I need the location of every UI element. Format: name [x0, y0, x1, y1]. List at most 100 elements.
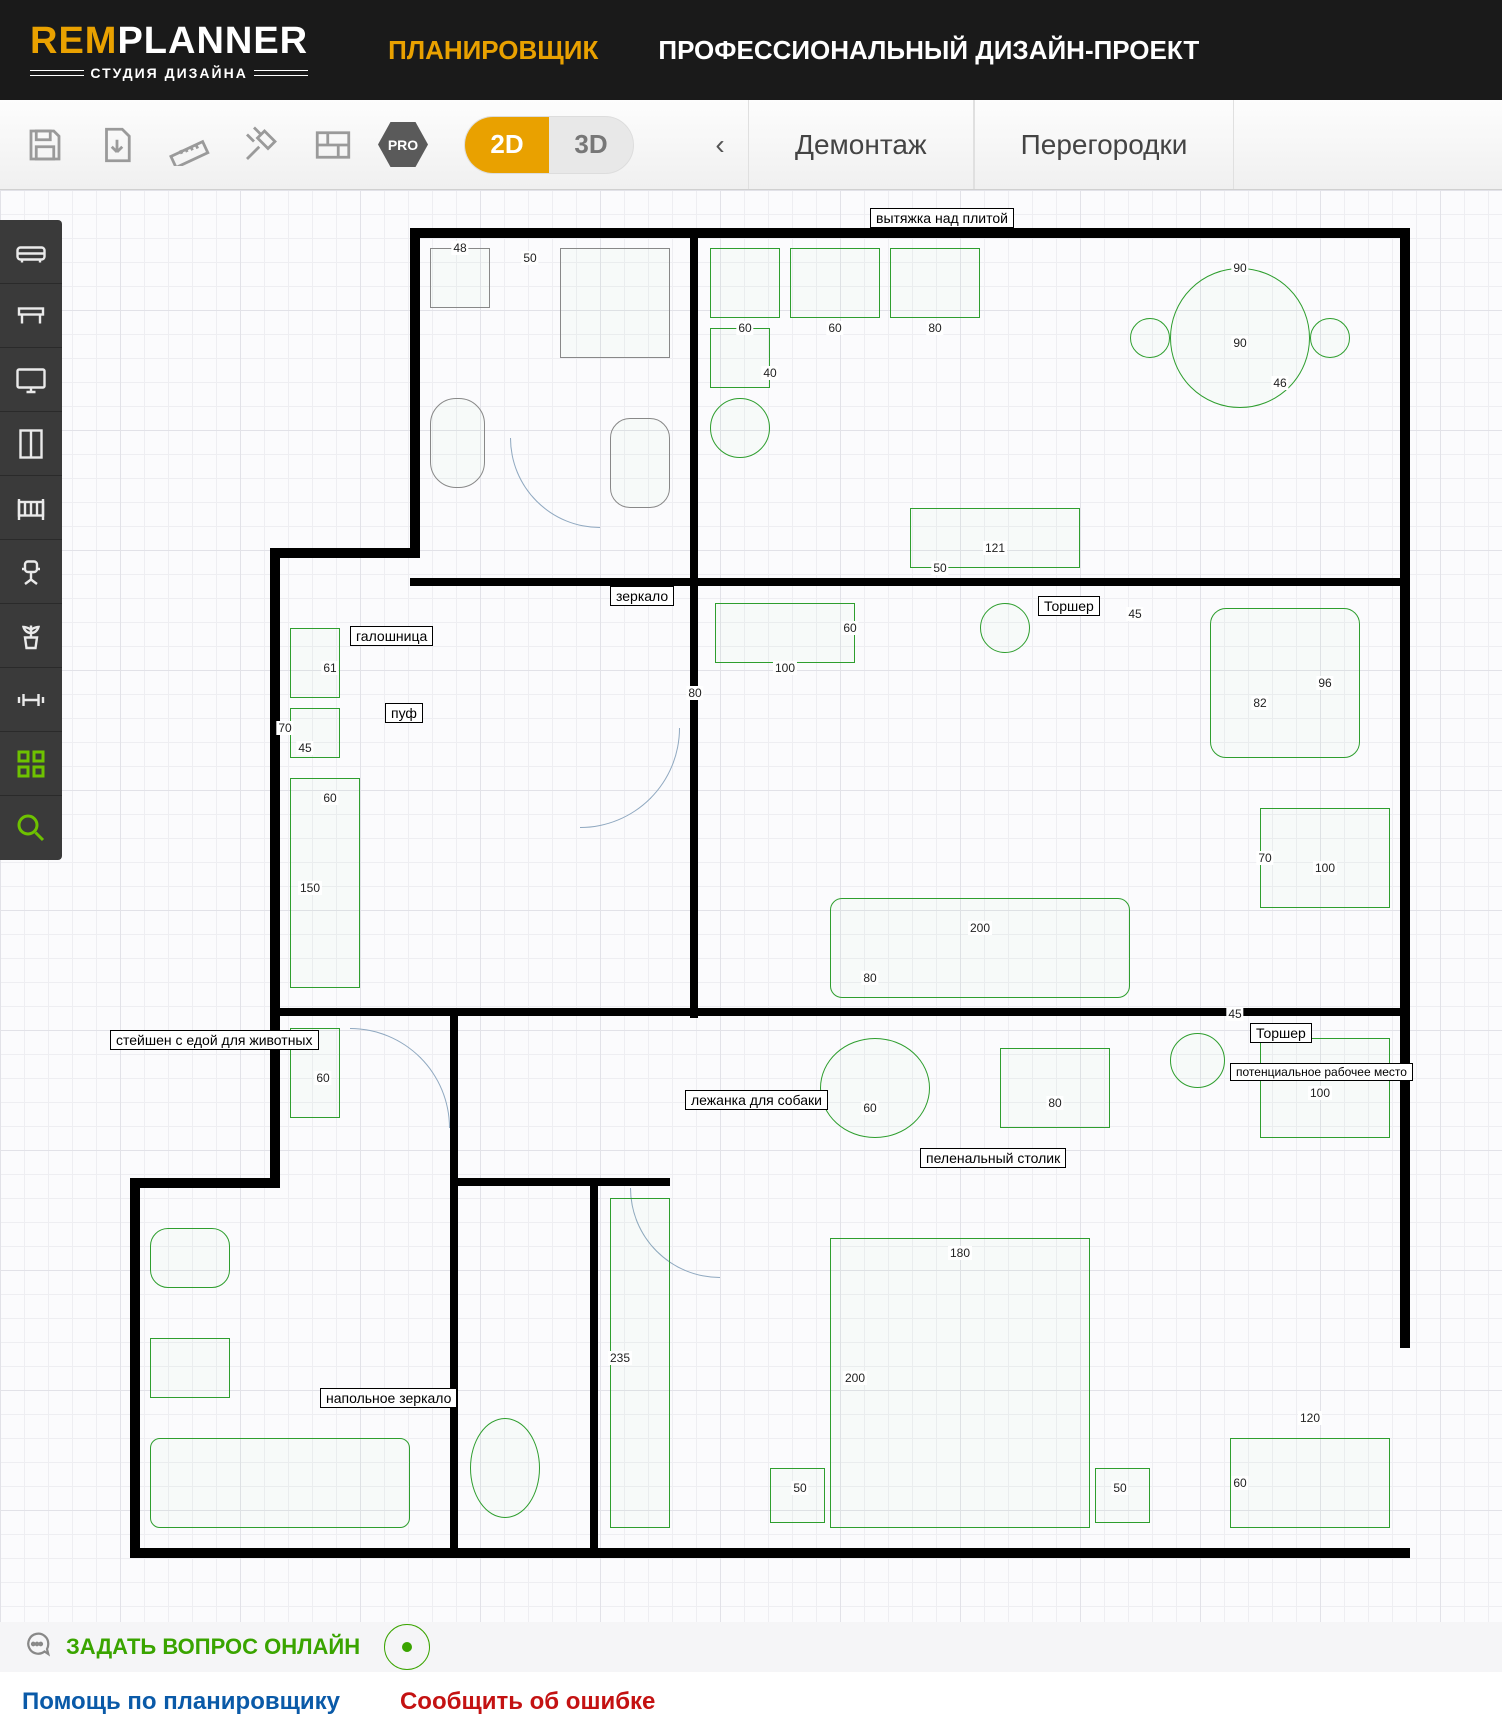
nightstand[interactable]: [1095, 1468, 1150, 1523]
appliance[interactable]: [710, 398, 770, 458]
wall[interactable]: [410, 228, 1410, 238]
chair[interactable]: [1310, 318, 1350, 358]
wall[interactable]: [690, 228, 698, 588]
floorplan-canvas[interactable]: вытяжка над плитой зеркало галошница пуф…: [0, 190, 1502, 1622]
note-dogbed[interactable]: лежанка для собаки: [685, 1090, 828, 1110]
dim: 235: [608, 1351, 632, 1365]
view-3d-button[interactable]: 3D: [549, 117, 633, 173]
view-2d-button[interactable]: 2D: [465, 117, 549, 173]
torchere[interactable]: [980, 603, 1030, 653]
sink[interactable]: [710, 248, 780, 318]
wall[interactable]: [450, 1008, 458, 1548]
tv-stand[interactable]: [715, 603, 855, 663]
wall[interactable]: [270, 548, 280, 1188]
wall[interactable]: [690, 578, 698, 1018]
chat-label[interactable]: ЗАДАТЬ ВОПРОС ОНЛАЙН: [66, 1634, 360, 1660]
sink-counter[interactable]: [560, 248, 670, 358]
washer[interactable]: [430, 248, 490, 308]
wall[interactable]: [590, 1178, 598, 1548]
dim: 45: [1226, 1007, 1243, 1021]
note-floormirror[interactable]: напольное зеркало: [320, 1388, 457, 1408]
armchair[interactable]: [1210, 608, 1360, 758]
wardrobe-icon[interactable]: [0, 412, 62, 476]
save-icon[interactable]: [18, 118, 72, 172]
toilet2[interactable]: [150, 1228, 230, 1288]
search-icon[interactable]: [0, 796, 62, 860]
bathtub[interactable]: [150, 1438, 410, 1528]
door-arc[interactable]: [350, 1028, 450, 1128]
bed[interactable]: [830, 1238, 1090, 1528]
logo[interactable]: REMPLANNER СТУДИЯ ДИЗАЙНА: [30, 20, 308, 81]
dim: 60: [841, 621, 858, 635]
door-arc[interactable]: [510, 438, 600, 528]
table-icon[interactable]: [0, 284, 62, 348]
cooktop[interactable]: [790, 248, 880, 318]
changing-table[interactable]: [1000, 1048, 1110, 1128]
dim: 50: [1111, 1481, 1128, 1495]
dim: 45: [296, 741, 313, 755]
monitor-icon[interactable]: [0, 348, 62, 412]
wall-icon[interactable]: [306, 118, 360, 172]
help-link[interactable]: Помощь по планировщику: [22, 1688, 340, 1716]
wall[interactable]: [130, 1178, 280, 1188]
dim: 121: [983, 541, 1007, 555]
dim: 180: [948, 1246, 972, 1260]
tools-icon[interactable]: [234, 118, 288, 172]
dim: 60: [861, 1101, 878, 1115]
door-arc[interactable]: [580, 728, 680, 828]
note-changing[interactable]: пеленальный столик: [920, 1148, 1066, 1168]
bidet[interactable]: [610, 418, 670, 508]
note-torchere2[interactable]: Торшер: [1250, 1023, 1312, 1043]
note-workspace[interactable]: потенциальное рабочее место: [1230, 1063, 1413, 1081]
sofa-icon[interactable]: [0, 220, 62, 284]
counter[interactable]: [890, 248, 980, 318]
wall[interactable]: [1400, 228, 1410, 1348]
tab-prev-button[interactable]: ‹: [692, 117, 748, 173]
dim: 46: [1271, 376, 1288, 390]
plan-drawing[interactable]: вытяжка над плитой зеркало галошница пуф…: [130, 208, 1410, 1588]
nightstand[interactable]: [770, 1468, 825, 1523]
tab-demolition[interactable]: Демонтаж: [748, 100, 974, 189]
note-petstation[interactable]: стейшен с едой для животных: [110, 1030, 319, 1050]
wall[interactable]: [130, 1548, 1410, 1558]
tab-partitions[interactable]: Перегородки: [974, 100, 1235, 189]
floor-mirror[interactable]: [470, 1418, 540, 1518]
dumbbell-icon[interactable]: [0, 668, 62, 732]
plant-icon[interactable]: [0, 604, 62, 668]
desk[interactable]: [1260, 808, 1390, 908]
furniture-palette: [0, 220, 62, 860]
toilet[interactable]: [430, 398, 485, 488]
torchere[interactable]: [1170, 1033, 1225, 1088]
wall[interactable]: [410, 228, 420, 558]
dim: 80: [686, 686, 703, 700]
chat-status-indicator: [384, 1624, 430, 1670]
wall[interactable]: [130, 1178, 140, 1548]
chat-icon[interactable]: [22, 1629, 52, 1665]
note-hood[interactable]: вытяжка над плитой: [870, 208, 1014, 228]
grid-icon[interactable]: [0, 732, 62, 796]
sink2[interactable]: [150, 1338, 230, 1398]
download-icon[interactable]: [90, 118, 144, 172]
wall[interactable]: [410, 578, 690, 586]
note-mirror[interactable]: зеркало: [610, 586, 674, 606]
dog-bed[interactable]: [820, 1038, 930, 1138]
wall[interactable]: [270, 548, 420, 558]
pro-badge[interactable]: PRO: [378, 120, 428, 170]
note-pouf[interactable]: пуф: [385, 703, 423, 723]
report-link[interactable]: Сообщить об ошибке: [400, 1688, 655, 1716]
note-shoerack[interactable]: галошница: [350, 626, 433, 646]
nav-planner[interactable]: ПЛАНИРОВЩИК: [388, 35, 598, 66]
wall[interactable]: [450, 1178, 670, 1186]
office-chair-icon[interactable]: [0, 540, 62, 604]
nav-pro-project[interactable]: ПРОФЕССИОНАЛЬНЫЙ ДИЗАЙН-ПРОЕКТ: [658, 35, 1199, 66]
dim: 50: [931, 561, 948, 575]
crib-icon[interactable]: [0, 476, 62, 540]
wall[interactable]: [690, 578, 1410, 586]
note-torchere1[interactable]: Торшер: [1038, 596, 1100, 616]
sideboard[interactable]: [910, 508, 1080, 568]
chair[interactable]: [1130, 318, 1170, 358]
measure-icon[interactable]: [162, 118, 216, 172]
dim: 60: [314, 1071, 331, 1085]
dim: 80: [861, 971, 878, 985]
crib[interactable]: [1230, 1438, 1390, 1528]
